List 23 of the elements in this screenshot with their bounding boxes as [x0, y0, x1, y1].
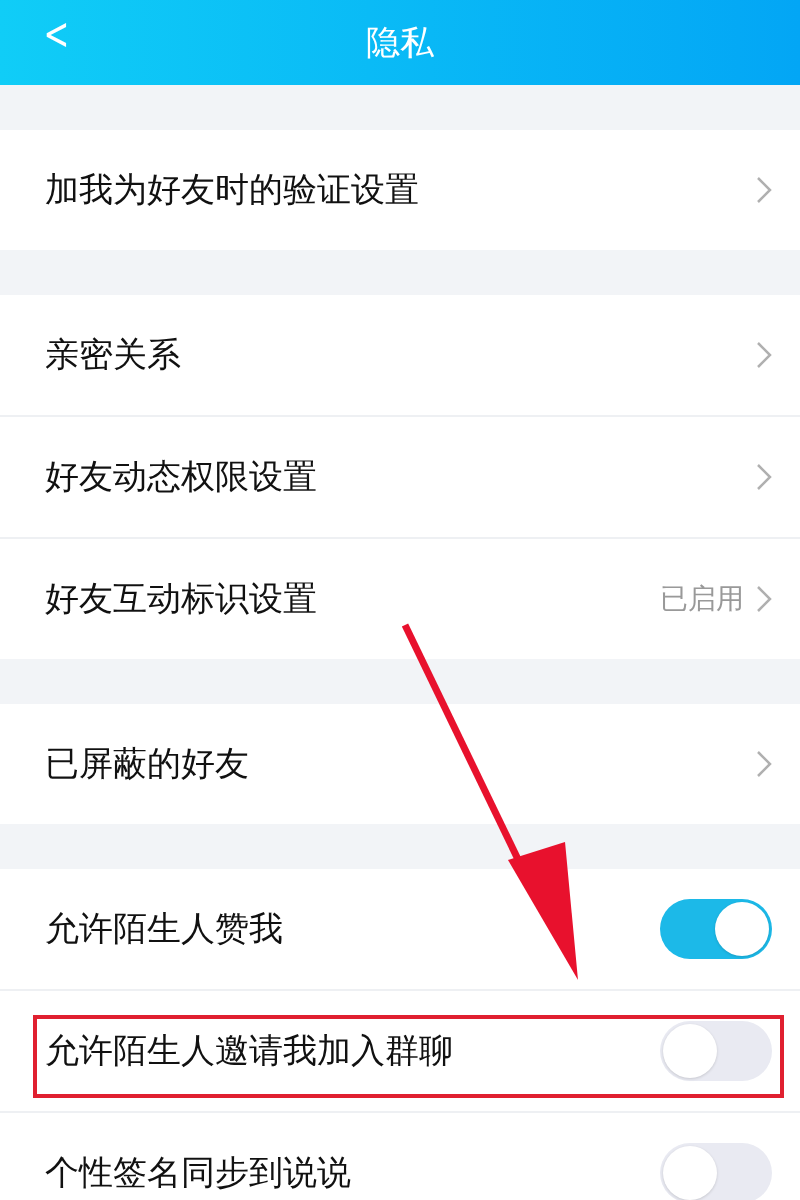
chevron-icon — [756, 341, 772, 369]
row-label: 允许陌生人邀请我加入群聊 — [45, 1029, 453, 1072]
row-label: 加我为好友时的验证设置 — [45, 168, 419, 211]
chevron-icon — [756, 585, 772, 613]
row-label: 好友互动标识设置 — [45, 577, 317, 620]
settings-row[interactable]: 个性签名同步到说说 — [0, 1113, 800, 1200]
settings-row[interactable]: 允许陌生人邀请我加入群聊 — [0, 991, 800, 1113]
settings-row[interactable]: 好友互动标识设置 已启用 — [0, 539, 800, 659]
settings-row[interactable]: 亲密关系 — [0, 295, 800, 417]
row-label: 好友动态权限设置 — [45, 455, 317, 498]
chevron-icon — [756, 463, 772, 491]
settings-row[interactable]: 好友动态权限设置 — [0, 417, 800, 539]
row-label: 允许陌生人赞我 — [45, 907, 283, 950]
toggle-switch[interactable] — [660, 899, 772, 959]
row-label: 已屏蔽的好友 — [45, 742, 249, 785]
row-label: 亲密关系 — [45, 333, 181, 376]
chevron-icon — [756, 176, 772, 204]
row-label: 个性签名同步到说说 — [45, 1151, 351, 1194]
settings-row[interactable]: 已屏蔽的好友 — [0, 704, 800, 824]
chevron-icon — [756, 750, 772, 778]
status-text: 已启用 — [660, 581, 744, 617]
page-title: 隐私 — [366, 20, 434, 64]
settings-row[interactable]: 加我为好友时的验证设置 — [0, 130, 800, 250]
